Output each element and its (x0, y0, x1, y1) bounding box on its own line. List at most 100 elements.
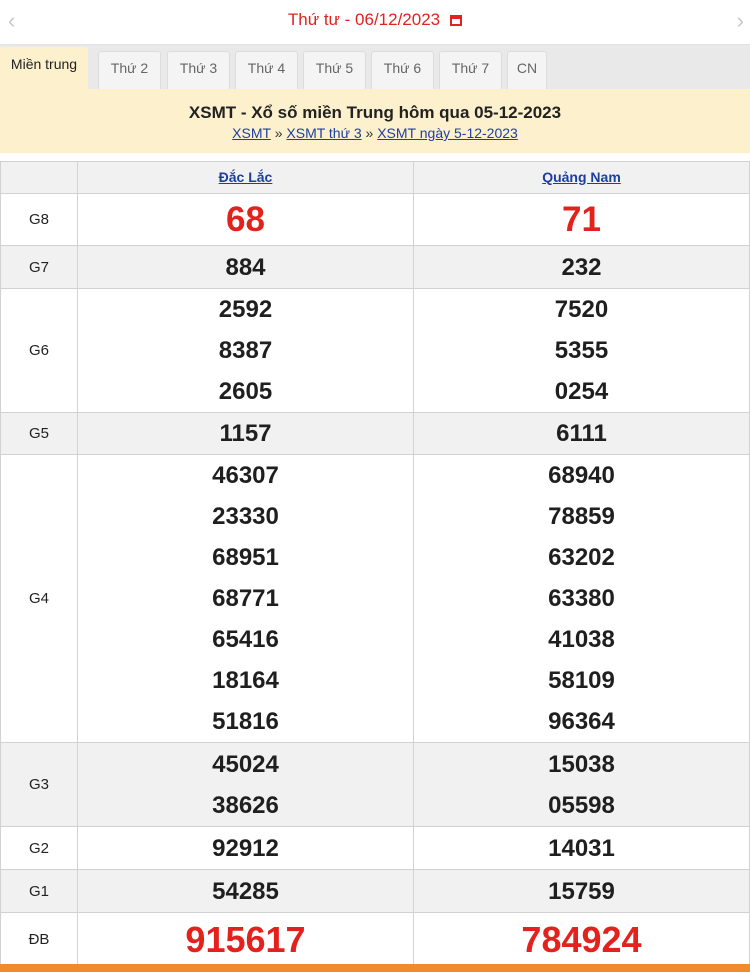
tab-thu-4[interactable]: Thứ 4 (235, 51, 298, 89)
prize-cell: 14031 (413, 826, 750, 870)
prize-number: 41038 (548, 626, 615, 653)
breadcrumb-separator: » (274, 125, 283, 141)
special-prize-number: 784924 (521, 918, 642, 960)
tab-thu-7[interactable]: Thứ 7 (439, 51, 502, 89)
prize-name: G5 (0, 412, 78, 455)
date-picker[interactable]: Thứ tư - 06/12/2023 (0, 10, 750, 30)
prize-cell: 784924 (413, 912, 750, 967)
prize-name: G2 (0, 826, 78, 870)
prize-number: 45024 (212, 750, 279, 778)
breadcrumb-separator: » (365, 125, 374, 141)
prize-number: 78859 (548, 503, 615, 530)
results-banner: XSMT - Xổ số miền Trung hôm qua 05-12-20… (0, 89, 750, 153)
province-link-dac-lac[interactable]: Đắc Lắc (219, 169, 273, 185)
prize-name: G4 (0, 454, 78, 743)
prize-number: 63202 (548, 544, 615, 571)
prize-cell: 71 (413, 193, 750, 246)
prize-number: 23330 (212, 503, 279, 530)
prize-cell: 884 (77, 245, 414, 289)
table-row: G5 1157 6111 (0, 412, 750, 455)
prize-number: 51816 (212, 708, 279, 735)
prize-cell: 2592 8387 2605 (77, 288, 414, 413)
table-row: G1 54285 15759 (0, 869, 750, 913)
prize-name: G1 (0, 869, 78, 913)
prize-number: 14031 (548, 834, 615, 862)
prize-number: 38626 (212, 791, 279, 819)
prize-cell: 54285 (77, 869, 414, 913)
breadcrumb-xsmt-date[interactable]: XSMT ngày 5-12-2023 (377, 125, 518, 141)
prize-name: G8 (0, 193, 78, 246)
tab-thu-6[interactable]: Thứ 6 (371, 51, 434, 89)
prize-number: 05598 (548, 791, 615, 819)
prize-number: 71 (562, 200, 601, 239)
prize-number: 68940 (548, 462, 615, 489)
results-table: Đắc Lắc Quảng Nam G8 68 71 G7 884 232 G6… (0, 161, 750, 967)
table-row: G7 884 232 (0, 245, 750, 289)
prize-cell: 915617 (77, 912, 414, 967)
prize-cell: 92912 (77, 826, 414, 870)
prize-cell: 45024 38626 (77, 742, 414, 827)
prize-number: 68 (226, 200, 265, 239)
prize-number: 1157 (219, 420, 272, 447)
prize-name: G6 (0, 288, 78, 413)
prize-number: 2592 (218, 296, 273, 323)
breadcrumb-xsmt[interactable]: XSMT (232, 125, 271, 141)
table-row: G8 68 71 (0, 193, 750, 246)
chevron-right-icon[interactable]: › (737, 9, 744, 33)
prize-cell: 7520 5355 0254 (413, 288, 750, 413)
province-link-quang-nam[interactable]: Quảng Nam (542, 169, 621, 185)
table-row: G4 46307 23330 68951 68771 65416 18164 5… (0, 454, 750, 743)
table-header-row: Đắc Lắc Quảng Nam (0, 161, 750, 194)
special-prize-number: 915617 (185, 918, 306, 960)
prize-number: 232 (561, 253, 602, 281)
prize-cell: 15759 (413, 869, 750, 913)
prize-number: 92912 (212, 834, 279, 862)
tab-cn[interactable]: CN (507, 51, 547, 89)
prize-cell: 46307 23330 68951 68771 65416 18164 5181… (77, 454, 414, 743)
table-row: G3 45024 38626 15038 05598 (0, 742, 750, 827)
prize-number: 68771 (212, 585, 279, 612)
prize-number: 884 (225, 253, 266, 281)
prize-number: 96364 (548, 708, 615, 735)
prize-name: ĐB (0, 912, 78, 967)
prize-number: 15759 (548, 877, 615, 905)
prize-number: 6111 (556, 420, 607, 447)
prize-name: G7 (0, 245, 78, 289)
table-row: G6 2592 8387 2605 7520 5355 0254 (0, 288, 750, 413)
prize-cell: 68 (77, 193, 414, 246)
tab-mien-trung[interactable]: Miền trung (0, 47, 88, 89)
prize-number: 7520 (554, 296, 609, 323)
prize-number: 2605 (218, 378, 273, 405)
prize-number: 46307 (212, 462, 279, 489)
prize-number: 63380 (548, 585, 615, 612)
date-label: Thứ tư - 06/12/2023 (287, 10, 441, 29)
prize-number: 5355 (554, 337, 609, 364)
header-blank (0, 161, 78, 194)
page-title: XSMT - Xổ số miền Trung hôm qua 05-12-20… (188, 103, 562, 122)
tab-thu-2[interactable]: Thứ 2 (98, 51, 161, 89)
day-tabs: Miền trung Thứ 2 Thứ 3 Thứ 4 Thứ 5 Thứ 6… (0, 45, 750, 89)
prize-cell: 6111 (413, 412, 750, 455)
prize-number: 65416 (212, 626, 279, 653)
prize-cell: 15038 05598 (413, 742, 750, 827)
prize-number: 15038 (548, 750, 615, 778)
prize-number: 68951 (212, 544, 279, 571)
prize-cell: 1157 (77, 412, 414, 455)
prize-name: G3 (0, 742, 78, 827)
prize-cell: 68940 78859 63202 63380 41038 58109 9636… (413, 454, 750, 743)
tab-thu-3[interactable]: Thứ 3 (167, 51, 230, 89)
prize-number: 58109 (548, 667, 615, 694)
date-bar: ‹ Thứ tư - 06/12/2023 › (0, 0, 750, 45)
table-row: G2 92912 14031 (0, 826, 750, 870)
breadcrumb-xsmt-thu-3[interactable]: XSMT thứ 3 (286, 125, 361, 141)
province-header: Quảng Nam (413, 161, 750, 194)
breadcrumb: XSMT » XSMT thứ 3 » XSMT ngày 5-12-2023 (0, 125, 750, 141)
prize-number: 54285 (212, 877, 279, 905)
prize-number: 8387 (218, 337, 273, 364)
province-header: Đắc Lắc (77, 161, 414, 194)
calendar-icon[interactable] (450, 15, 463, 26)
bottom-accent-bar (0, 964, 750, 972)
prize-cell: 232 (413, 245, 750, 289)
tab-thu-5[interactable]: Thứ 5 (303, 51, 366, 89)
table-row: ĐB 915617 784924 (0, 912, 750, 967)
